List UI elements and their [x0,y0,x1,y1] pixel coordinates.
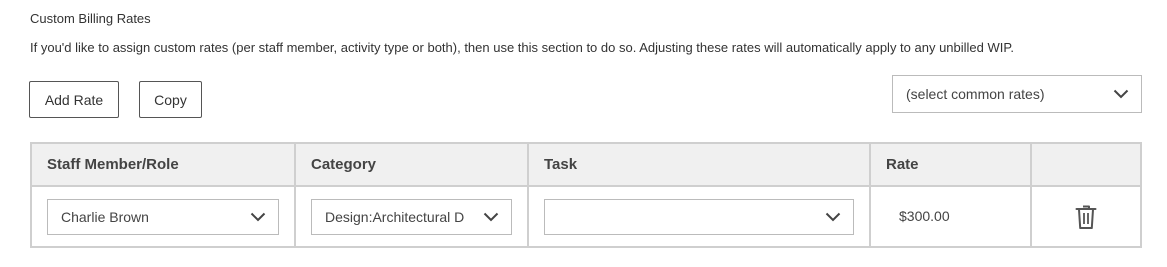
section-title: Custom Billing Rates [30,11,151,26]
header-category: Category [294,142,529,187]
chevron-down-icon [825,212,841,221]
category-cell: Design:Architectural D [294,185,529,248]
table-row: Charlie Brown Design:Architectural D $30… [30,185,1142,248]
header-task: Task [527,142,871,187]
rate-value: $300.00 [899,207,950,224]
copy-label: Copy [154,91,187,108]
add-rate-label: Add Rate [44,91,104,108]
add-rate-button[interactable]: Add Rate [29,81,119,118]
common-rates-select[interactable]: (select common rates) [892,75,1142,113]
task-cell [527,185,871,248]
copy-button[interactable]: Copy [139,81,202,118]
actions-cell [1030,185,1142,248]
rates-table: Staff Member/Role Category Task Rate Cha… [30,142,1142,248]
staff-cell: Charlie Brown [30,185,296,248]
category-value: Design:Architectural D [325,208,465,225]
header-actions [1030,142,1142,187]
section-description: If you'd like to assign custom rates (pe… [30,40,1014,55]
rate-cell: $300.00 [868,185,1033,248]
chevron-down-icon [1113,89,1129,99]
header-rate: Rate [868,142,1033,187]
chevron-down-icon [483,212,499,221]
category-select[interactable]: Design:Architectural D [311,198,512,235]
header-staff: Staff Member/Role [30,142,296,187]
trash-icon[interactable] [1075,204,1097,230]
table-header-row: Staff Member/Role Category Task Rate [30,142,1142,187]
task-select[interactable] [544,198,854,235]
chevron-down-icon [250,212,266,221]
staff-value: Charlie Brown [61,208,149,225]
staff-select[interactable]: Charlie Brown [47,198,279,235]
common-rates-value: (select common rates) [906,86,1045,102]
